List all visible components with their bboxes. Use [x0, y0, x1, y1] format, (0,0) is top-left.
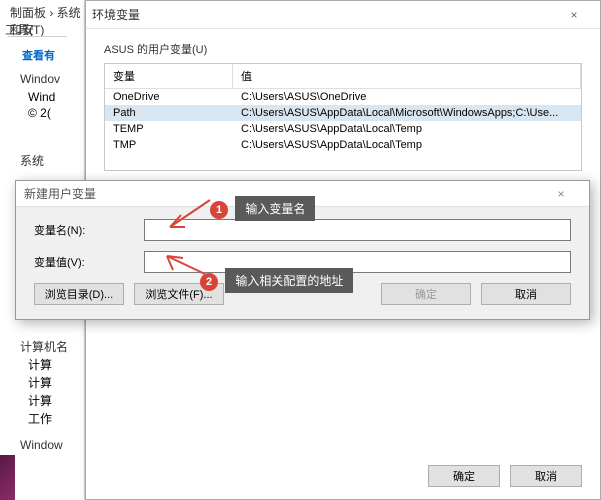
table-row[interactable]: OneDriveC:\Users\ASUS\OneDrive [105, 89, 581, 105]
col-header-value[interactable]: 值 [233, 64, 581, 88]
user-variables-table[interactable]: 变量 值 OneDriveC:\Users\ASUS\OneDrive Path… [104, 63, 582, 171]
annotation-badge: 2 [200, 273, 218, 291]
bg-text: 计算 [28, 392, 52, 409]
ok-button[interactable]: 确定 [381, 283, 471, 305]
titlebar: 环境变量 × [86, 1, 600, 29]
col-header-name[interactable]: 变量 [105, 64, 233, 88]
bg-text: Wind [28, 90, 55, 104]
user-vars-label: ASUS 的用户变量(U) [104, 41, 582, 57]
table-row[interactable]: TMPC:\Users\ASUS\AppData\Local\Temp [105, 137, 581, 153]
browse-dir-button[interactable]: 浏览目录(D)... [34, 283, 124, 305]
annotation-arrow-1 [155, 195, 215, 235]
close-icon[interactable]: × [541, 182, 581, 206]
view-basic-info-link[interactable]: 查看有 [22, 47, 55, 63]
window-title: 环境变量 [92, 6, 140, 23]
bg-text: Windov [20, 72, 60, 86]
bg-text: 系统 [20, 152, 44, 169]
table-row[interactable]: TEMPC:\Users\ASUS\AppData\Local\Temp [105, 121, 581, 137]
ok-button[interactable]: 确定 [428, 465, 500, 487]
dialog-title: 新建用户变量 [24, 185, 96, 202]
table-row[interactable]: PathC:\Users\ASUS\AppData\Local\Microsof… [105, 105, 581, 121]
decorative-bar [0, 455, 15, 500]
annotation-badge: 1 [210, 201, 228, 219]
var-value-label: 变量值(V): [34, 254, 144, 270]
bg-text: 计算机名 [20, 338, 68, 355]
bg-text: Window [20, 438, 63, 452]
annotation-label: 输入相关配置的地址 [225, 268, 353, 293]
close-button[interactable]: × [554, 3, 594, 27]
annotation-1: 1 输入变量名 [210, 196, 315, 221]
annotation-label: 输入变量名 [235, 196, 315, 221]
bg-text: © 2( [28, 106, 51, 120]
cancel-button[interactable]: 取消 [510, 465, 582, 487]
bg-text: 工作 [28, 410, 52, 427]
var-name-label: 变量名(N): [34, 222, 144, 238]
cancel-button[interactable]: 取消 [481, 283, 571, 305]
bg-text: 计算 [28, 356, 52, 373]
bg-text: 计算 [28, 374, 52, 391]
annotation-2: 2 输入相关配置的地址 [200, 268, 353, 293]
